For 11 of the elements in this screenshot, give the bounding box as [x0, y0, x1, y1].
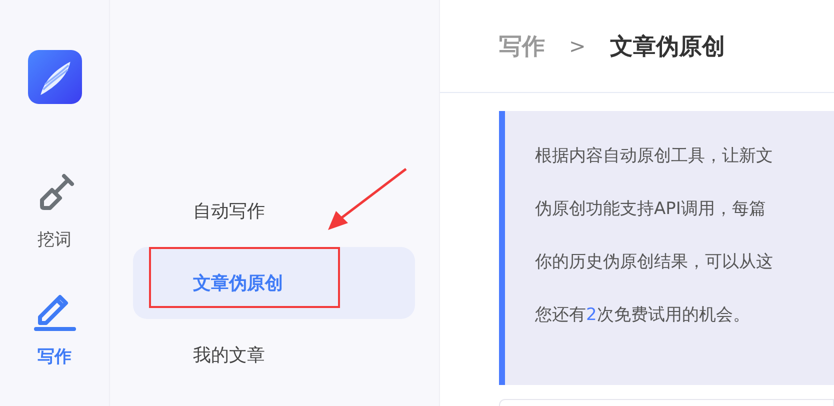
- arrow-icon: [326, 167, 408, 233]
- nav-item[interactable]: 写作: [34, 289, 76, 368]
- menu-item[interactable]: 自动写作: [133, 175, 415, 247]
- page-title: 文章伪原创: [610, 32, 725, 62]
- breadcrumb-separator: >: [568, 34, 587, 58]
- notice-text: 根据内容自动原创工具，让新文: [535, 145, 774, 168]
- notice-text: 你的历史伪原创结果，可以从这: [535, 251, 774, 274]
- notice-text: 您还有2次免费试用的机会。: [535, 304, 751, 327]
- nav-item[interactable]: 挖词: [34, 172, 76, 251]
- notice-text: 伪原创功能支持API调用，每篇: [535, 198, 767, 221]
- menu-item[interactable]: 我的文章: [133, 319, 415, 391]
